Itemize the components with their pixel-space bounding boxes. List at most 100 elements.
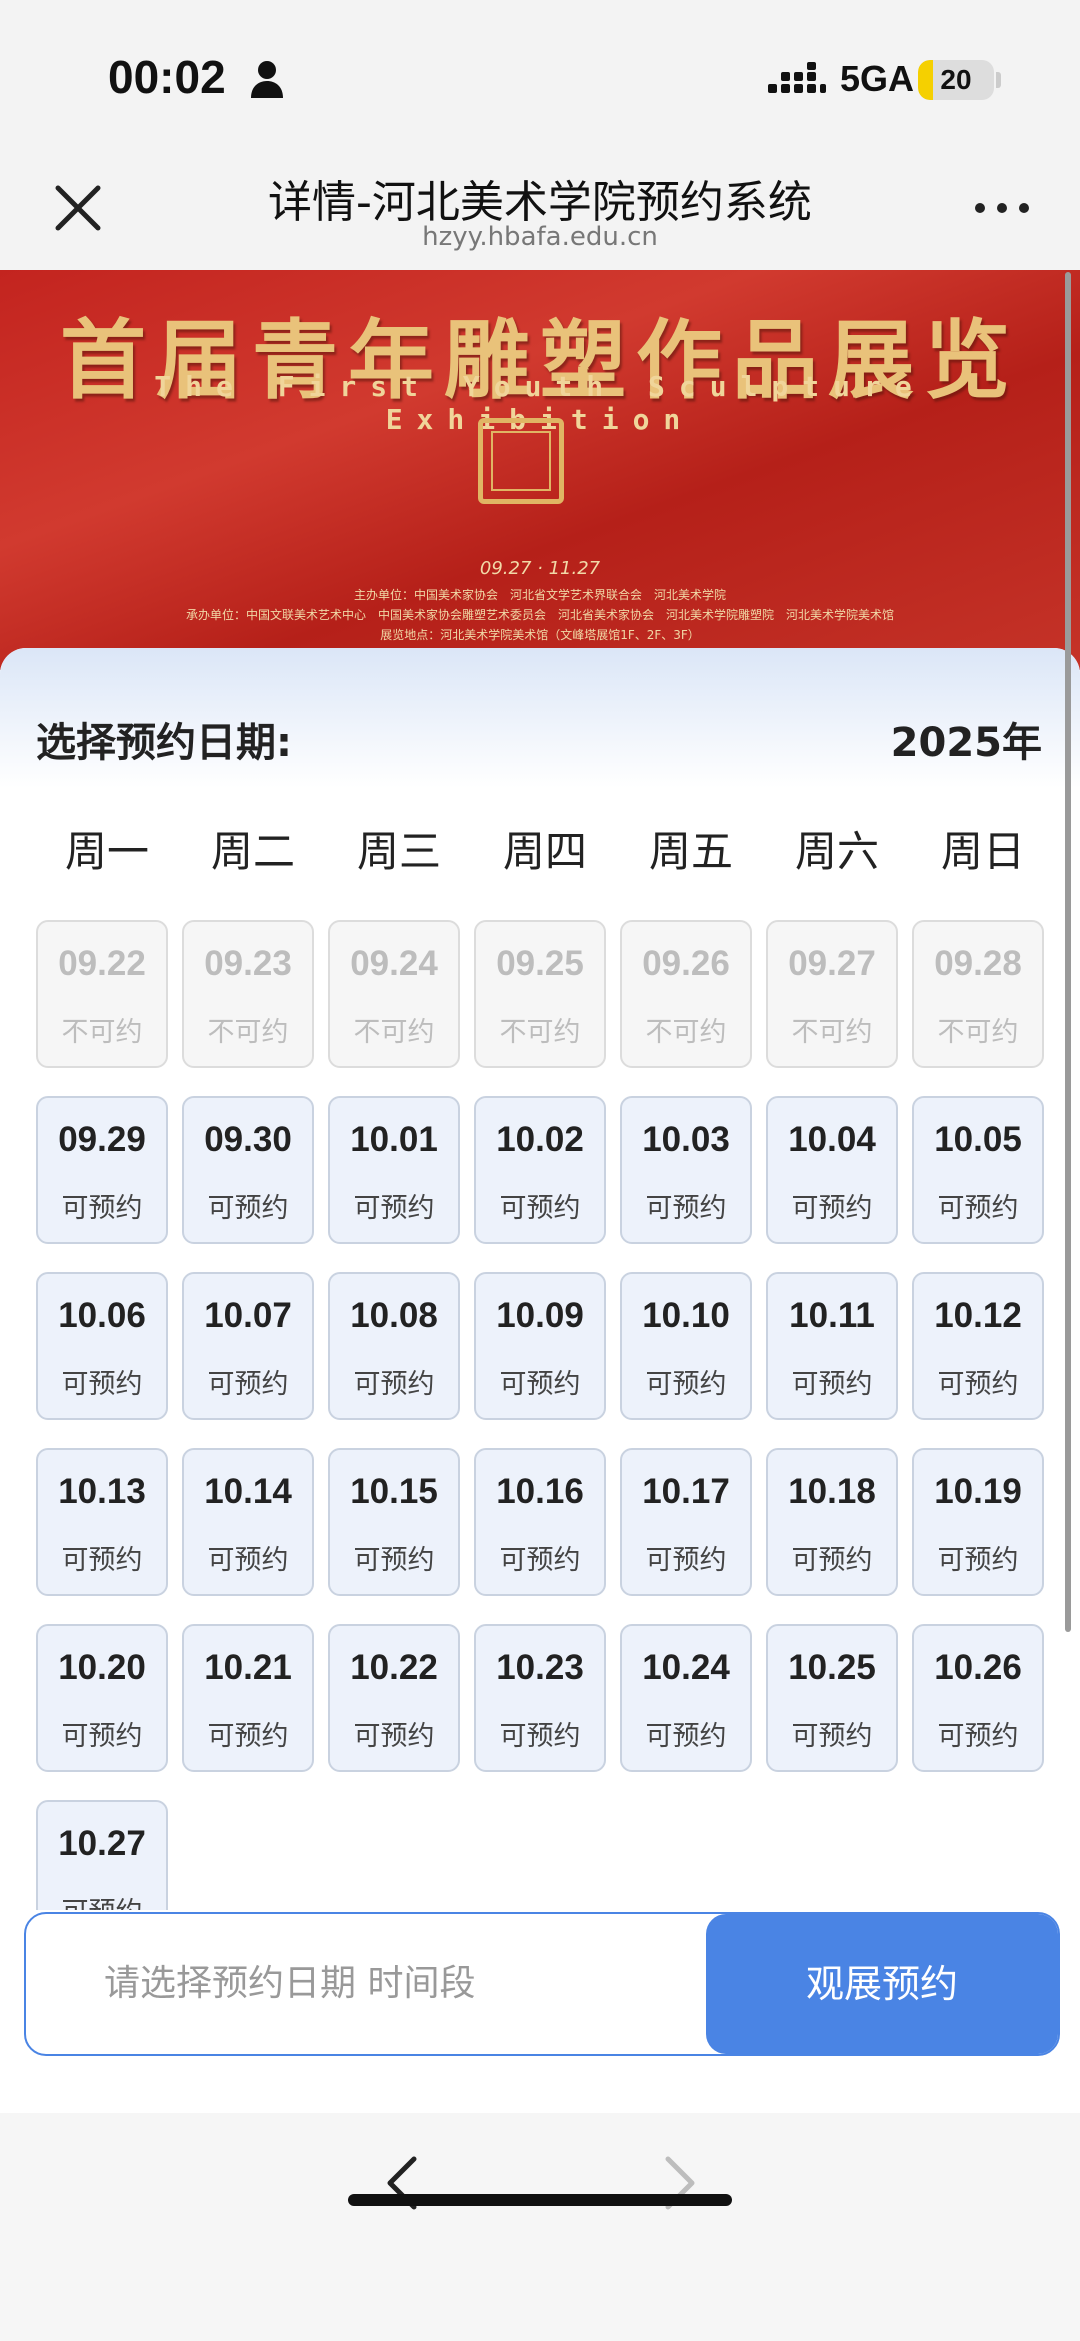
home-indicator bbox=[348, 2194, 732, 2206]
signal-icon bbox=[768, 62, 826, 93]
date-cell: 09.27 不可约 bbox=[766, 920, 898, 1068]
date-label: 09.26 bbox=[642, 944, 730, 983]
date-label: 10.21 bbox=[204, 1648, 292, 1687]
availability-label: 可预约 bbox=[207, 1193, 289, 1224]
date-label: 10.18 bbox=[788, 1472, 876, 1511]
date-label: 10.05 bbox=[934, 1120, 1022, 1159]
availability-label: 可预约 bbox=[937, 1193, 1019, 1224]
availability-label: 可预约 bbox=[353, 1545, 435, 1576]
date-label: 10.09 bbox=[496, 1296, 584, 1335]
date-label: 09.28 bbox=[934, 944, 1022, 983]
date-label: 09.23 bbox=[204, 944, 292, 983]
date-cell[interactable]: 10.23 可预约 bbox=[474, 1624, 606, 1772]
year-label: 2025年 bbox=[890, 720, 1042, 766]
availability-label: 不可约 bbox=[353, 1017, 435, 1048]
date-select-label: 选择预约日期: bbox=[36, 720, 292, 766]
availability-label: 可预约 bbox=[499, 1545, 581, 1576]
date-cell[interactable]: 10.08 可预约 bbox=[328, 1272, 460, 1420]
date-label: 10.14 bbox=[204, 1472, 292, 1511]
date-cell[interactable]: 10.02 可预约 bbox=[474, 1096, 606, 1244]
date-cell[interactable]: 10.06 可预约 bbox=[36, 1272, 168, 1420]
date-label: 09.29 bbox=[58, 1120, 146, 1159]
person-icon bbox=[251, 61, 283, 98]
date-cell: 09.25 不可约 bbox=[474, 920, 606, 1068]
date-cell[interactable]: 10.10 可预约 bbox=[620, 1272, 752, 1420]
date-label: 10.23 bbox=[496, 1648, 584, 1687]
availability-label: 可预约 bbox=[937, 1545, 1019, 1576]
date-cell[interactable]: 10.09 可预约 bbox=[474, 1272, 606, 1420]
network-label: 5GA bbox=[840, 58, 915, 99]
date-label: 10.16 bbox=[496, 1472, 584, 1511]
date-label: 10.25 bbox=[788, 1648, 876, 1687]
scrollbar[interactable] bbox=[1065, 272, 1071, 1632]
date-label: 10.19 bbox=[934, 1472, 1022, 1511]
date-cell[interactable]: 10.13 可预约 bbox=[36, 1448, 168, 1596]
seal-logo bbox=[478, 418, 564, 504]
date-cell[interactable]: 10.26 可预约 bbox=[912, 1624, 1044, 1772]
battery-level: 20 bbox=[940, 64, 972, 95]
date-cell[interactable]: 10.11 可预约 bbox=[766, 1272, 898, 1420]
date-cell[interactable]: 10.17 可预约 bbox=[620, 1448, 752, 1596]
availability-label: 可预约 bbox=[38, 1890, 166, 1910]
date-cell: 09.23 不可约 bbox=[182, 920, 314, 1068]
date-label: 10.17 bbox=[642, 1472, 730, 1511]
availability-label: 不可约 bbox=[207, 1017, 289, 1048]
date-cell: 09.26 不可约 bbox=[620, 920, 752, 1068]
date-cell[interactable]: 10.21 可预约 bbox=[182, 1624, 314, 1772]
weekday-label: 周二 bbox=[210, 827, 295, 876]
banner-venue: 展览地点：河北美术学院美术馆（文峰塔展馆1F、2F、3F） bbox=[380, 628, 700, 642]
date-cell[interactable]: 09.29 可预约 bbox=[36, 1096, 168, 1244]
weekday-label: 周日 bbox=[940, 827, 1025, 876]
date-cell[interactable]: 10.01 可预约 bbox=[328, 1096, 460, 1244]
nav-bar: 详情-河北美术学院预约系统 hzyy.hbafa.edu.cn bbox=[0, 160, 1080, 270]
date-cell[interactable]: 10.19 可预约 bbox=[912, 1448, 1044, 1596]
date-cell[interactable]: 10.27 可预约 bbox=[36, 1800, 168, 1910]
availability-label: 可预约 bbox=[207, 1721, 289, 1752]
date-label: 10.24 bbox=[642, 1648, 730, 1687]
availability-label: 不可约 bbox=[645, 1017, 727, 1048]
date-cell[interactable]: 10.03 可预约 bbox=[620, 1096, 752, 1244]
date-cell[interactable]: 09.30 可预约 bbox=[182, 1096, 314, 1244]
availability-label: 可预约 bbox=[499, 1721, 581, 1752]
availability-label: 不可约 bbox=[937, 1017, 1019, 1048]
date-cell[interactable]: 10.20 可预约 bbox=[36, 1624, 168, 1772]
date-cell[interactable]: 10.04 可预约 bbox=[766, 1096, 898, 1244]
availability-label: 不可约 bbox=[61, 1017, 143, 1048]
seal-inner bbox=[491, 431, 551, 491]
date-label: 09.22 bbox=[58, 944, 146, 983]
date-cell[interactable]: 10.12 可预约 bbox=[912, 1272, 1044, 1420]
availability-label: 可预约 bbox=[937, 1721, 1019, 1752]
date-label: 09.24 bbox=[350, 944, 438, 983]
battery-tip bbox=[996, 72, 1001, 88]
status-time: 00:02 bbox=[108, 51, 226, 103]
date-label: 10.13 bbox=[58, 1472, 146, 1511]
date-cell[interactable]: 10.24 可预约 bbox=[620, 1624, 752, 1772]
date-label: 09.25 bbox=[496, 944, 584, 983]
availability-label: 可预约 bbox=[61, 1721, 143, 1752]
date-label: 10.02 bbox=[496, 1120, 584, 1159]
date-cell[interactable]: 10.25 可预约 bbox=[766, 1624, 898, 1772]
date-cell[interactable]: 10.14 可预约 bbox=[182, 1448, 314, 1596]
availability-label: 可预约 bbox=[61, 1193, 143, 1224]
date-cell[interactable]: 10.18 可预约 bbox=[766, 1448, 898, 1596]
book-button[interactable]: 观展预约 bbox=[706, 1914, 1058, 2054]
weekday-label: 周五 bbox=[648, 827, 733, 876]
date-label: 10.11 bbox=[789, 1296, 875, 1335]
date-cell[interactable]: 10.22 可预约 bbox=[328, 1624, 460, 1772]
availability-label: 不可约 bbox=[499, 1017, 581, 1048]
availability-label: 可预约 bbox=[791, 1545, 873, 1576]
date-cell: 09.24 不可约 bbox=[328, 920, 460, 1068]
banner-dates: 09.27 · 11.27 bbox=[479, 558, 601, 579]
date-cell[interactable]: 10.15 可预约 bbox=[328, 1448, 460, 1596]
availability-label: 可预约 bbox=[61, 1369, 143, 1400]
date-cell: 09.22 不可约 bbox=[36, 920, 168, 1068]
date-cell[interactable]: 10.05 可预约 bbox=[912, 1096, 1044, 1244]
banner-organizers: 主办单位：中国美术家协会 河北省文学艺术界联合会 河北美术学院 bbox=[353, 588, 726, 602]
availability-label: 可预约 bbox=[61, 1545, 143, 1576]
date-cell[interactable]: 10.16 可预约 bbox=[474, 1448, 606, 1596]
availability-label: 可预约 bbox=[353, 1369, 435, 1400]
date-label: 10.10 bbox=[642, 1296, 730, 1335]
date-cell[interactable]: 10.07 可预约 bbox=[182, 1272, 314, 1420]
more-icon[interactable] bbox=[972, 198, 1032, 218]
weekday-label: 周六 bbox=[794, 827, 879, 876]
